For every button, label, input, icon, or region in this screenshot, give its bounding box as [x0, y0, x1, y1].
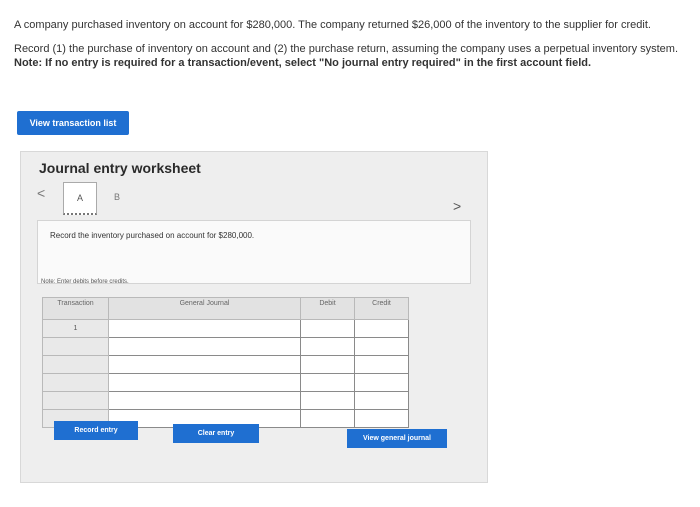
credit-field[interactable]: [354, 391, 409, 410]
column-header-credit: Credit: [354, 297, 409, 320]
transaction-cell: [42, 337, 109, 356]
table-row: [42, 337, 409, 356]
transaction-cell: [42, 391, 109, 410]
worksheet-title: Journal entry worksheet: [39, 160, 201, 176]
transaction-cell: 1: [42, 319, 109, 338]
account-field[interactable]: [108, 319, 301, 338]
account-field[interactable]: [108, 355, 301, 374]
debit-field[interactable]: [300, 319, 355, 338]
transaction-cell: [42, 373, 109, 392]
table-row: [42, 373, 409, 392]
credit-field[interactable]: [354, 373, 409, 392]
journal-entry-worksheet: Journal entry worksheet < A B > Record t…: [20, 151, 488, 483]
transaction-cell: [42, 355, 109, 374]
account-field[interactable]: [108, 391, 301, 410]
page: A company purchased inventory on account…: [0, 0, 700, 507]
table-row: 1: [42, 319, 409, 338]
table-row: [42, 355, 409, 374]
debit-field[interactable]: [300, 373, 355, 392]
credit-field[interactable]: [354, 355, 409, 374]
journal-table: Transaction General Journal Debit Credit…: [42, 297, 409, 428]
account-field[interactable]: [108, 337, 301, 356]
debits-note: Note: Enter debits before credits.: [41, 279, 129, 285]
view-transaction-list-button[interactable]: View transaction list: [17, 111, 129, 135]
record-entry-button[interactable]: Record entry: [54, 421, 138, 440]
debit-field[interactable]: [300, 409, 355, 428]
tab-b[interactable]: B: [101, 182, 133, 212]
question-line-1: A company purchased inventory on account…: [14, 19, 651, 31]
credit-field[interactable]: [354, 337, 409, 356]
debit-field[interactable]: [300, 355, 355, 374]
debit-field[interactable]: [300, 337, 355, 356]
next-arrow-icon[interactable]: >: [453, 198, 461, 214]
table-row: [42, 391, 409, 410]
question-line-2: Record (1) the purchase of inventory on …: [14, 43, 679, 55]
view-general-journal-button[interactable]: View general journal: [347, 429, 447, 448]
credit-field[interactable]: [354, 409, 409, 428]
question-note: Note: If no entry is required for a tran…: [14, 57, 592, 69]
instruction-text: Record the inventory purchased on accoun…: [50, 231, 255, 240]
column-header-debit: Debit: [300, 297, 355, 320]
previous-arrow-icon[interactable]: <: [37, 185, 45, 201]
debit-field[interactable]: [300, 391, 355, 410]
account-field[interactable]: [108, 373, 301, 392]
instruction-box: Record the inventory purchased on accoun…: [37, 220, 471, 284]
column-header-transaction: Transaction: [42, 297, 109, 320]
column-header-general-journal: General Journal: [108, 297, 301, 320]
credit-field[interactable]: [354, 319, 409, 338]
question-text: A company purchased inventory on account…: [14, 18, 684, 80]
clear-entry-button[interactable]: Clear entry: [173, 424, 259, 443]
tab-a[interactable]: A: [63, 182, 97, 215]
